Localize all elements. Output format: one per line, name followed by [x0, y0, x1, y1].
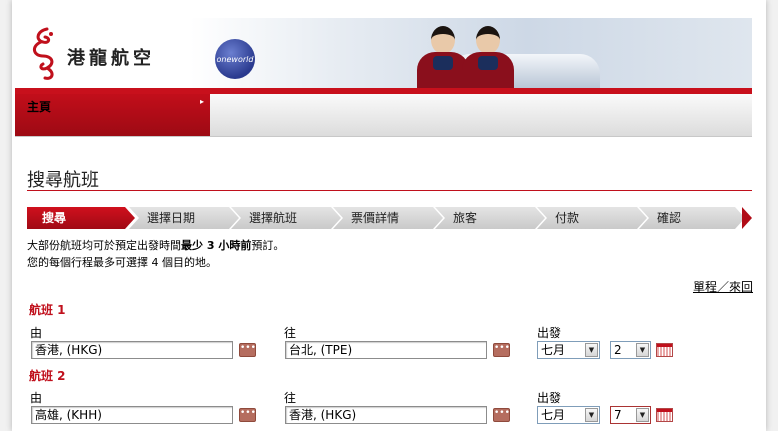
selected-month: 七月: [541, 343, 566, 357]
step-label: 搜尋: [42, 211, 67, 225]
selected-month: 七月: [541, 408, 566, 422]
booking-notice: 大部份航班均可於預定出發時間最少 3 小時前預訂。: [27, 237, 284, 253]
page-title: 搜尋航班: [27, 170, 99, 191]
step-select-date: 選擇日期: [129, 207, 239, 229]
flight-2-to-field[interactable]: 香港, (HKG): [285, 406, 487, 424]
notice-text: 大部份航班均可於預定出發時間: [27, 239, 181, 252]
step-label: 選擇航班: [249, 211, 298, 225]
oneworld-logo: oneworld: [215, 39, 255, 79]
depart-label: 出發: [537, 326, 562, 340]
step-label: 旅客: [453, 211, 478, 225]
dropdown-arrow-icon[interactable]: ▼: [636, 343, 649, 357]
step-search: 搜尋: [27, 207, 135, 229]
steps-end-arrow: [742, 207, 752, 229]
dropdown-arrow-icon[interactable]: ▼: [585, 343, 598, 357]
title-divider: [27, 190, 752, 191]
selected-day: 7: [614, 408, 622, 422]
booking-steps: 搜尋 選擇日期 選擇航班 票價詳情 旅客 付款 確認: [27, 207, 752, 229]
to-label: 往: [284, 326, 297, 340]
nav-home-label: 主頁: [27, 100, 52, 114]
flight-attendant-image: [460, 26, 516, 88]
step-confirm: 確認: [639, 207, 745, 229]
flight-1-month-select[interactable]: 七月 ▼: [537, 341, 600, 359]
step-passengers: 旅客: [435, 207, 545, 229]
header-banner-image: [190, 18, 752, 88]
flight-2-from-field[interactable]: 高雄, (KHH): [31, 406, 233, 424]
selected-day: 2: [614, 343, 622, 357]
flight-2-from-lookup-button[interactable]: •••: [239, 408, 256, 422]
flight-2-month-select[interactable]: 七月 ▼: [537, 406, 600, 424]
step-fare-details: 票價詳情: [333, 207, 443, 229]
step-label: 付款: [555, 211, 580, 225]
site-header: 港龍航空 oneworld: [15, 18, 752, 88]
nav-arrow-icon: ▸: [199, 97, 204, 106]
step-select-flight: 選擇航班: [231, 207, 341, 229]
calendar-icon[interactable]: [656, 408, 673, 422]
flight-1-from-field[interactable]: 香港, (HKG): [31, 341, 233, 359]
airline-name-logo[interactable]: 港龍航空: [67, 44, 155, 70]
flight-1-to-lookup-button[interactable]: •••: [493, 343, 510, 357]
from-label: 由: [30, 326, 43, 340]
to-label: 往: [284, 391, 297, 405]
nav-home-tab[interactable]: 主頁 ▸: [15, 94, 210, 136]
step-label: 確認: [657, 211, 682, 225]
flight-2-title: 航班 2: [29, 369, 66, 383]
step-label: 票價詳情: [351, 211, 400, 225]
flight-1-title: 航班 1: [29, 303, 66, 317]
flight-2-to-lookup-button[interactable]: •••: [493, 408, 510, 422]
calendar-icon[interactable]: [656, 343, 673, 357]
step-label: 選擇日期: [147, 211, 196, 225]
flight-1-to-field[interactable]: 台北, (TPE): [285, 341, 487, 359]
dropdown-arrow-icon[interactable]: ▼: [636, 408, 649, 422]
dropdown-arrow-icon[interactable]: ▼: [585, 408, 598, 422]
flight-1-from-lookup-button[interactable]: •••: [239, 343, 256, 357]
from-label: 由: [30, 391, 43, 405]
depart-label: 出發: [537, 391, 562, 405]
trip-type-link[interactable]: 單程／來回: [693, 278, 753, 295]
notice-text: 預訂。: [251, 239, 285, 252]
notice-emphasis: 最少 3 小時前: [181, 239, 252, 252]
flight-1-day-select[interactable]: 2 ▼: [610, 341, 651, 359]
main-nav: 主頁 ▸: [15, 94, 752, 137]
step-payment: 付款: [537, 207, 647, 229]
flight-2-day-select[interactable]: 7 ▼: [610, 406, 651, 424]
destination-limit-notice: 您的每個行程最多可選擇 4 個目的地。: [27, 256, 217, 269]
dragon-logo-icon[interactable]: [27, 26, 67, 81]
